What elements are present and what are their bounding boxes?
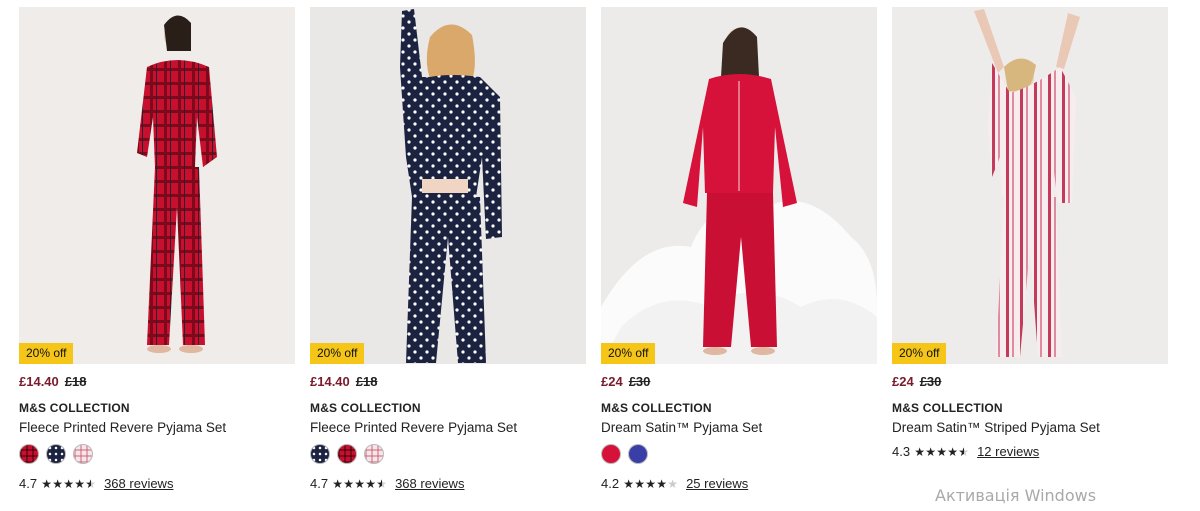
- product-photo: [892, 7, 1168, 364]
- rating-row: 4.3 ★ ★ ★ ★ ★ 12 reviews: [892, 444, 1168, 459]
- product-title[interactable]: Dream Satin™ Pyjama Set: [601, 420, 877, 435]
- star-full-icon: ★: [656, 476, 667, 491]
- star-full-icon: ★: [936, 444, 947, 459]
- product-photo: [601, 7, 877, 364]
- rating-value: 4.7: [310, 476, 329, 491]
- swatch-pink-check[interactable]: [364, 444, 384, 464]
- colour-swatches: [19, 444, 295, 466]
- star-full-icon: ★: [343, 476, 354, 491]
- product-image[interactable]: 20% off: [19, 7, 295, 364]
- star-full-icon: ★: [332, 476, 343, 491]
- star-rating: ★ ★ ★ ★ ★: [332, 477, 387, 491]
- star-full-icon: ★: [914, 444, 925, 459]
- rating-value: 4.7: [19, 476, 38, 491]
- star-empty-icon: ★: [667, 476, 678, 491]
- rating-value: 4.3: [892, 444, 911, 459]
- star-half-icon: ★: [958, 444, 969, 459]
- star-half-icon: ★: [376, 476, 387, 491]
- star-full-icon: ★: [365, 476, 376, 491]
- product-image[interactable]: 20% off: [310, 7, 586, 364]
- brand-label: M&S COLLECTION: [19, 401, 130, 415]
- swatch-navy-polka-dot[interactable]: [310, 444, 330, 464]
- swatch-pink-check[interactable]: [73, 444, 93, 464]
- discount-badge: 20% off: [601, 343, 656, 364]
- product-card[interactable]: 20% off £14.40 £18 M&S COLLECTION Fleece …: [310, 7, 586, 491]
- product-photo: [19, 7, 295, 364]
- sale-price: £14.40: [310, 374, 350, 389]
- star-rating: ★ ★ ★ ★ ★: [914, 445, 969, 459]
- star-full-icon: ★: [354, 476, 365, 491]
- rating-row: 4.2 ★ ★ ★ ★ ★ 25 reviews: [601, 476, 877, 491]
- product-title[interactable]: Dream Satin™ Striped Pyjama Set: [892, 420, 1168, 435]
- swatch-red[interactable]: [601, 444, 621, 464]
- brand-label: M&S COLLECTION: [601, 401, 712, 415]
- price-row: £14.40 £18: [19, 374, 295, 392]
- star-full-icon: ★: [947, 444, 958, 459]
- reviews-link[interactable]: 12 reviews: [977, 444, 1039, 459]
- star-full-icon: ★: [634, 476, 645, 491]
- product-card[interactable]: 20% off £24 £30 M&S COLLECTION Dream Sati…: [892, 7, 1168, 491]
- discount-badge: 20% off: [892, 343, 947, 364]
- rating-row: 4.7 ★ ★ ★ ★ ★ 368 reviews: [310, 476, 586, 491]
- product-title[interactable]: Fleece Printed Revere Pyjama Set: [19, 420, 295, 435]
- original-price: £30: [919, 374, 942, 389]
- original-price: £18: [355, 374, 378, 389]
- star-full-icon: ★: [645, 476, 656, 491]
- star-full-icon: ★: [925, 444, 936, 459]
- product-title[interactable]: Fleece Printed Revere Pyjama Set: [310, 420, 586, 435]
- star-rating: ★ ★ ★ ★ ★: [623, 477, 678, 491]
- price-row: £24 £30: [892, 374, 1168, 392]
- windows-activation-watermark: Активація Windows: [935, 486, 1097, 505]
- brand-label: M&S COLLECTION: [310, 401, 421, 415]
- brand-label: M&S COLLECTION: [892, 401, 1003, 415]
- reviews-link[interactable]: 25 reviews: [686, 476, 748, 491]
- price-row: £24 £30: [601, 374, 877, 392]
- swatch-red-check[interactable]: [337, 444, 357, 464]
- sale-price: £24: [601, 374, 623, 389]
- original-price: £30: [628, 374, 651, 389]
- price-row: £14.40 £18: [310, 374, 586, 392]
- product-image[interactable]: 20% off: [892, 7, 1168, 364]
- product-grid: 20% off £14.40 £18 M&S COLLECTION Fleece …: [19, 7, 1168, 491]
- reviews-link[interactable]: 368 reviews: [395, 476, 464, 491]
- rating-row: 4.7 ★ ★ ★ ★ ★ 368 reviews: [19, 476, 295, 491]
- colour-swatches: [310, 444, 586, 466]
- swatch-red-check[interactable]: [19, 444, 39, 464]
- star-full-icon: ★: [63, 476, 74, 491]
- star-full-icon: ★: [41, 476, 52, 491]
- star-half-icon: ★: [85, 476, 96, 491]
- sale-price: £24: [892, 374, 914, 389]
- product-card[interactable]: 20% off £14.40 £18 M&S COLLECTION Fleece …: [19, 7, 295, 491]
- star-full-icon: ★: [623, 476, 634, 491]
- swatch-navy-polka-dot[interactable]: [46, 444, 66, 464]
- star-full-icon: ★: [52, 476, 63, 491]
- reviews-link[interactable]: 368 reviews: [104, 476, 173, 491]
- product-image[interactable]: 20% off: [601, 7, 877, 364]
- product-card[interactable]: 20% off £24 £30 M&S COLLECTION Dream Sati…: [601, 7, 877, 491]
- discount-badge: 20% off: [19, 343, 74, 364]
- discount-badge: 20% off: [310, 343, 365, 364]
- original-price: £18: [64, 374, 87, 389]
- rating-value: 4.2: [601, 476, 620, 491]
- star-full-icon: ★: [74, 476, 85, 491]
- swatch-blue[interactable]: [628, 444, 648, 464]
- product-photo: [310, 7, 586, 364]
- sale-price: £14.40: [19, 374, 59, 389]
- star-rating: ★ ★ ★ ★ ★: [41, 477, 96, 491]
- colour-swatches: [601, 444, 877, 466]
